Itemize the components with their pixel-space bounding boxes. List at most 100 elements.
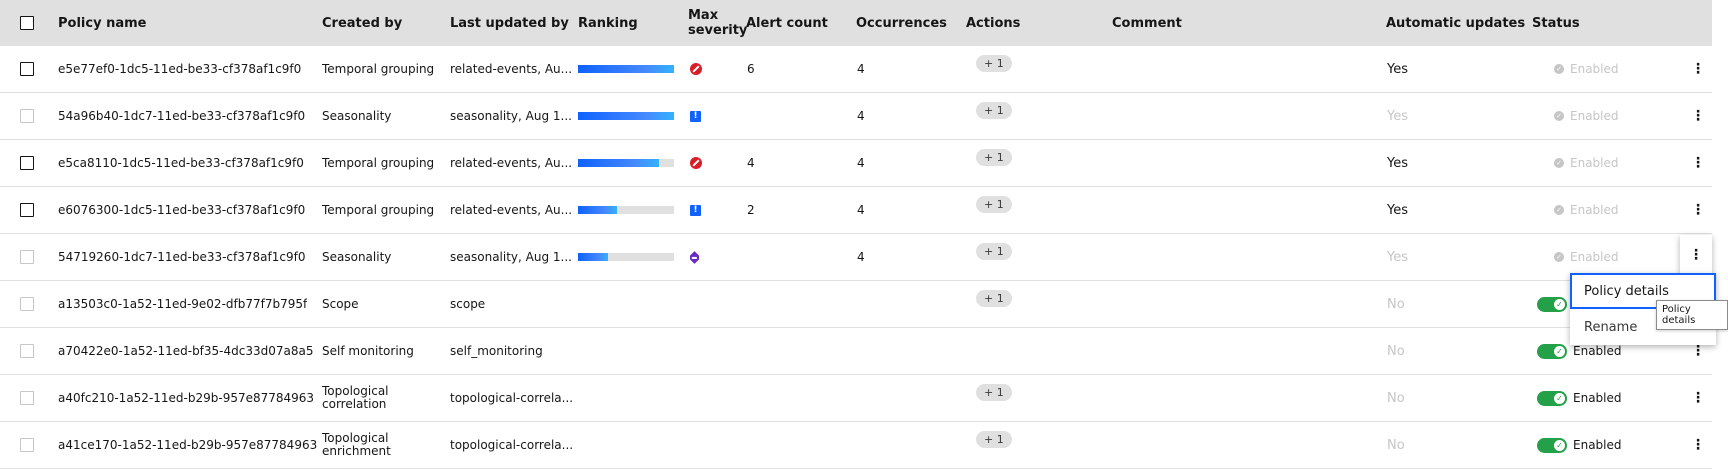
status-text: Enabled: [1570, 156, 1619, 170]
column-header-status[interactable]: Status: [1532, 0, 1580, 46]
ranking-bar: [578, 253, 674, 261]
row-checkbox[interactable]: [20, 109, 34, 123]
column-header-last-updated-by[interactable]: Last updated by: [450, 0, 569, 46]
column-header-automatic-updates[interactable]: Automatic updates: [1386, 0, 1525, 46]
policy-name: a41ce170-1a52-11ed-b29b-957e87784963: [58, 438, 318, 452]
table-row[interactable]: e5e77ef0-1dc5-11ed-be33-cf378af1c9f0 Temp…: [0, 46, 1712, 93]
row-checkbox[interactable]: [20, 297, 34, 311]
last-updated-by: topological-correla...: [450, 438, 574, 452]
select-all-checkbox[interactable]: [20, 16, 34, 30]
table-body: e5e77ef0-1dc5-11ed-be33-cf378af1c9f0 Temp…: [0, 46, 1712, 469]
alert-count: 4: [747, 156, 755, 170]
row-checkbox[interactable]: [20, 156, 34, 170]
alert-count: 6: [747, 62, 755, 76]
status-toggle[interactable]: [1537, 343, 1567, 359]
checkmark-filled-icon: ✓: [1554, 252, 1564, 262]
status-cell: Enabled: [1537, 375, 1622, 421]
column-header-max-severity[interactable]: Max severity: [688, 0, 747, 46]
status-text: Enabled: [1573, 438, 1622, 452]
checkmark-filled-icon: ✓: [1554, 111, 1564, 121]
overflow-menu-button-active[interactable]: ⋮: [1680, 235, 1712, 275]
critical-severity-icon: [690, 157, 702, 169]
created-by-line2: enrichment: [322, 444, 391, 458]
status-cell: [1537, 281, 1573, 327]
policy-name: e6076300-1dc5-11ed-be33-cf378af1c9f0: [58, 203, 306, 217]
scrollbar-track[interactable]: [1712, 0, 1728, 463]
column-header-policy-name[interactable]: Policy name: [58, 0, 146, 46]
automatic-updates: No: [1387, 437, 1405, 453]
column-header-ranking[interactable]: Ranking: [578, 0, 638, 46]
overflow-menu-vertical-icon[interactable]: ⋮: [1688, 187, 1708, 233]
ranking-cell: [578, 46, 674, 92]
column-header-alert-count[interactable]: Alert count: [746, 0, 828, 46]
created-by: Topological correlation: [322, 375, 442, 421]
status-toggle[interactable]: [1537, 390, 1567, 406]
table-row[interactable]: 54a96b40-1dc7-11ed-be33-cf378af1c9f0 Seas…: [0, 93, 1712, 140]
action-count-tag[interactable]: + 1: [976, 430, 1012, 448]
row-select-cell: [20, 46, 34, 92]
action-count-tag[interactable]: + 1: [976, 383, 1012, 401]
action-count-tag[interactable]: + 1: [976, 195, 1012, 213]
overflow-menu-vertical-icon[interactable]: ⋮: [1688, 93, 1708, 139]
checkmark-filled-icon: ✓: [1554, 158, 1564, 168]
column-header-occurrences[interactable]: Occurrences: [856, 0, 947, 46]
row-select-cell: [20, 140, 34, 186]
table-header: Policy name Created by Last updated by R…: [0, 0, 1712, 46]
row-checkbox[interactable]: [20, 250, 34, 264]
created-by: Temporal grouping: [322, 203, 435, 217]
row-checkbox[interactable]: [20, 344, 34, 358]
status-text: Enabled: [1573, 391, 1622, 405]
alert-count: 2: [747, 203, 755, 217]
status-text: Enabled: [1570, 62, 1619, 76]
table-row[interactable]: a41ce170-1a52-11ed-b29b-957e87784963 Topo…: [0, 422, 1712, 469]
policy-name: 54719260-1dc7-11ed-be33-cf378af1c9f0: [58, 250, 306, 264]
table-row[interactable]: a70422e0-1a52-11ed-bf35-4dc33d07a8a5 Self…: [0, 328, 1712, 375]
row-checkbox[interactable]: [20, 62, 34, 76]
automatic-updates: Yes: [1387, 202, 1408, 218]
action-count-tag[interactable]: + 1: [976, 148, 1012, 166]
status-toggle[interactable]: [1537, 296, 1567, 312]
table-row[interactable]: e6076300-1dc5-11ed-be33-cf378af1c9f0 Temp…: [0, 187, 1712, 234]
occurrences: 4: [857, 156, 865, 170]
last-updated-by: scope: [450, 297, 486, 311]
actions-cell: + 1: [976, 87, 1012, 133]
occurrences: 4: [857, 250, 865, 264]
action-count-tag[interactable]: + 1: [976, 289, 1012, 307]
max-severity-line2: severity: [688, 23, 748, 38]
ranking-bar-fill: [578, 206, 618, 214]
major-severity-icon: !: [690, 204, 701, 216]
last-updated-by: topological-correla...: [450, 391, 574, 405]
action-count-tag[interactable]: + 1: [976, 242, 1012, 260]
column-header-created-by[interactable]: Created by: [322, 0, 402, 46]
ranking-bar: [578, 112, 674, 120]
table-row[interactable]: 54719260-1dc7-11ed-be33-cf378af1c9f0 Seas…: [0, 234, 1712, 281]
status-toggle[interactable]: [1537, 437, 1567, 453]
status-cell: ✓ Enabled: [1554, 46, 1619, 92]
actions-cell: + 1: [976, 369, 1012, 415]
row-checkbox[interactable]: [20, 438, 34, 452]
action-count-tag[interactable]: + 1: [976, 101, 1012, 119]
table-row[interactable]: a40fc210-1a52-11ed-b29b-957e87784963 Topo…: [0, 375, 1712, 422]
overflow-menu-vertical-icon[interactable]: ⋮: [1688, 46, 1708, 92]
severity-cell: !: [690, 93, 701, 139]
status-text: Enabled: [1570, 109, 1619, 123]
row-overflow-cell: ⋮: [1688, 187, 1708, 233]
row-overflow-cell: ⋮: [1688, 140, 1708, 186]
overflow-menu-vertical-icon[interactable]: ⋮: [1688, 422, 1708, 468]
overflow-menu-vertical-icon[interactable]: ⋮: [1688, 375, 1708, 421]
row-select-cell: [20, 187, 34, 233]
action-count-tag[interactable]: + 1: [976, 54, 1012, 72]
status-cell: ✓ Enabled: [1554, 140, 1619, 186]
table-row[interactable]: e5ca8110-1dc5-11ed-be33-cf378af1c9f0 Temp…: [0, 140, 1712, 187]
overflow-menu-vertical-icon[interactable]: ⋮: [1688, 140, 1708, 186]
created-by: Seasonality: [322, 250, 392, 264]
row-checkbox[interactable]: [20, 391, 34, 405]
table-row[interactable]: a13503c0-1a52-11ed-9e02-dfb77f7b795f Scop…: [0, 281, 1712, 328]
ranking-bar-fill: [578, 253, 608, 261]
critical-severity-icon: [690, 63, 702, 75]
row-checkbox[interactable]: [20, 203, 34, 217]
last-updated-by: self_monitoring: [450, 344, 543, 358]
last-updated-by: related-events, Au...: [450, 203, 573, 217]
automatic-updates: Yes: [1387, 155, 1408, 171]
created-by: Seasonality: [322, 109, 392, 123]
